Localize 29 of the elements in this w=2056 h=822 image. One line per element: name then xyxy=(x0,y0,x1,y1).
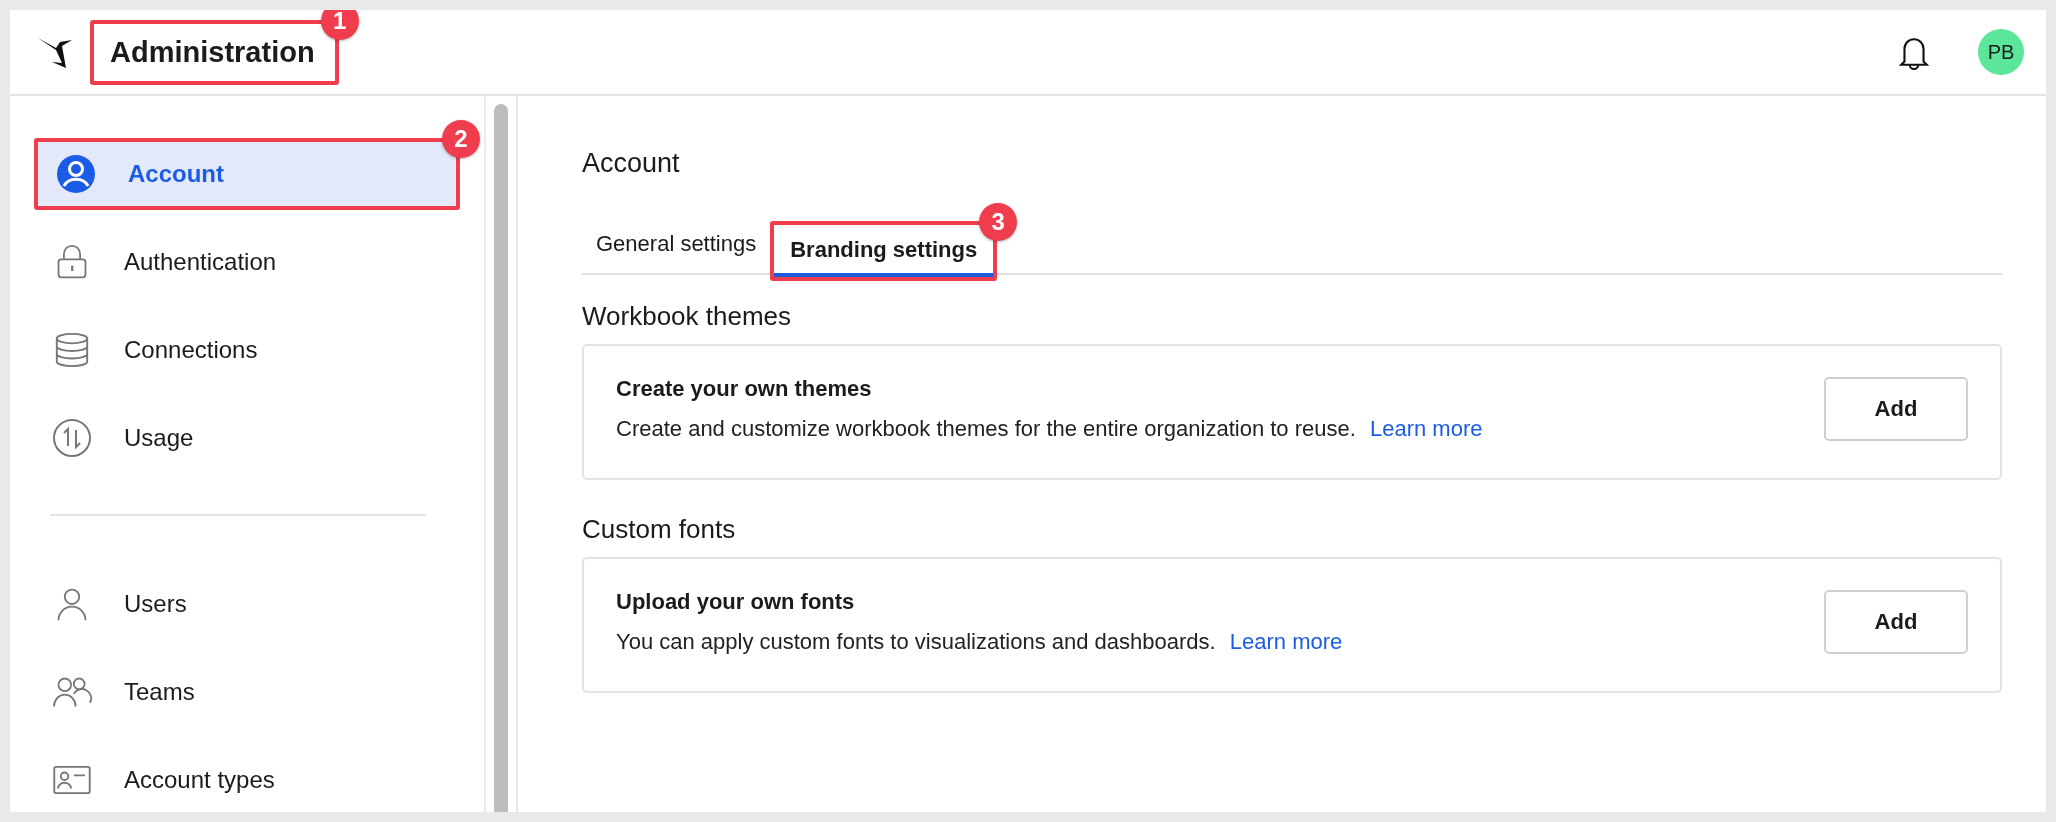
scrollbar[interactable] xyxy=(494,104,508,812)
card-description: You can apply custom fonts to visualizations and dashboards. Learn more xyxy=(616,629,1344,655)
learn-more-link[interactable]: Learn more xyxy=(1369,416,1483,441)
learn-more-link[interactable]: Learn more xyxy=(1229,629,1343,654)
up-down-arrows-circle-icon xyxy=(52,418,92,458)
callout-badge: 1 xyxy=(320,10,359,40)
callout-badge: 2 xyxy=(442,120,480,158)
page-title: Administration xyxy=(109,34,316,70)
section-heading: Workbook themes xyxy=(582,301,793,332)
callout-badge: 3 xyxy=(979,203,1018,241)
section-title: Account xyxy=(582,148,681,179)
sidebar-item[interactable]: Usage xyxy=(34,402,460,474)
database-icon xyxy=(53,330,91,370)
card-title: Create your own themes xyxy=(616,376,873,402)
sidebar-item[interactable]: Teams xyxy=(34,656,460,728)
add-button[interactable]: Add xyxy=(1824,377,1968,441)
sidebar-item[interactable]: Account xyxy=(38,142,456,206)
user-circle-icon xyxy=(56,154,96,194)
add-button[interactable]: Add xyxy=(1824,590,1968,654)
section-heading: Custom fonts xyxy=(582,514,737,545)
card-description: Create and customize workbook themes for the entire organization to reuse. Learn more xyxy=(616,416,1484,442)
card-title: Upload your own fonts xyxy=(616,589,856,615)
tab[interactable]: General settings xyxy=(582,219,771,273)
id-card-icon xyxy=(53,766,91,794)
sidebar-item[interactable]: Account types xyxy=(34,744,460,812)
sidebar-item[interactable]: Users xyxy=(34,568,460,640)
sidebar-item[interactable]: Authentication xyxy=(34,226,460,298)
user-avatar[interactable]: PB xyxy=(1978,29,2024,75)
sidebar-item[interactable]: Connections xyxy=(34,314,460,386)
